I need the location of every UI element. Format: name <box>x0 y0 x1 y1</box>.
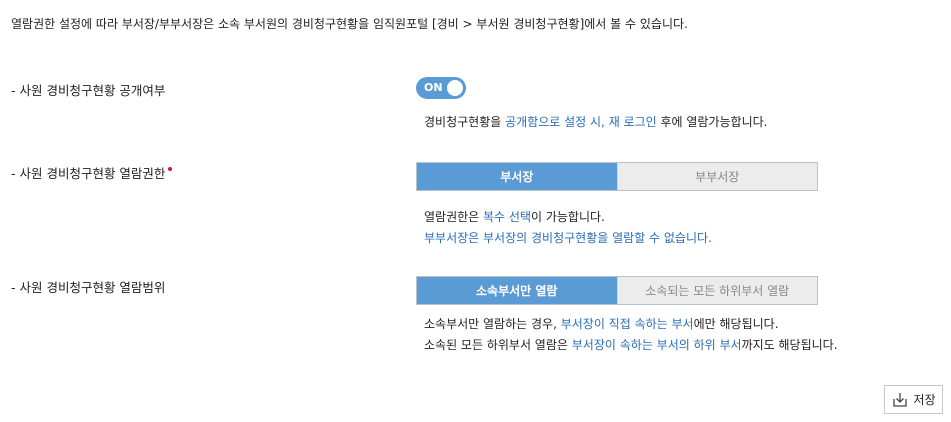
download-icon <box>891 391 909 409</box>
view-scope-description: 소속부서만 열람하는 경우, 부서장이 직접 속하는 부서에만 해당됩니다. 소… <box>424 314 838 356</box>
public-setting-description: 경비청구현황을 공개함으로 설정 시, 재 로그인 후에 열람가능합니다. <box>424 112 767 133</box>
view-permission-label-text: - 사원 경비청구현황 열람권한 <box>11 166 166 181</box>
permission-option-deputy-head[interactable]: 부부서장 <box>616 163 817 190</box>
save-button[interactable]: 저장 <box>884 385 943 414</box>
save-button-label: 저장 <box>913 393 936 407</box>
desc-text: 소속부서만 열람하는 경우, <box>424 317 561 331</box>
scope-option-own-dept[interactable]: 소속부서만 열람 <box>417 277 617 304</box>
required-indicator <box>168 167 173 171</box>
desc-line-1: 열람권한은 복수 선택이 가능합니다. <box>424 207 712 228</box>
scope-option-all-subdepts[interactable]: 소속되는 모든 하위부서 열람 <box>616 277 817 304</box>
view-scope-label: - 사원 경비청구현황 열람범위 <box>11 280 166 295</box>
view-permission-label: - 사원 경비청구현황 열람권한 <box>11 163 173 182</box>
desc-text: 까지도 해당됩니다. <box>741 338 838 352</box>
view-permission-segmented: 부서장 부부서장 <box>416 162 818 191</box>
desc-text: 에만 해당됩니다. <box>693 317 779 331</box>
desc-text: 경비청구현황을 <box>424 115 506 129</box>
view-scope-segmented: 소속부서만 열람 소속되는 모든 하위부서 열람 <box>416 276 818 305</box>
desc-highlight: 부서장이 속하는 부서의 하위 부서 <box>571 338 742 352</box>
desc-highlight: 복수 선택 <box>483 210 531 224</box>
desc-line-2: 부부서장은 부서장의 경비청구현황을 열람할 수 없습니다. <box>424 231 712 245</box>
desc-text: 이 가능합니다. <box>531 210 605 224</box>
desc-text: 열람권한은 <box>424 210 484 224</box>
toggle-knob <box>447 80 463 96</box>
desc-text: 소속된 모든 하위부서 열람은 <box>424 338 572 352</box>
intro-text: 열람권한 설정에 따라 부서장/부부서장은 소속 부서원의 경비청구현황을 임직… <box>11 17 688 31</box>
desc-highlight: 공개함으로 설정 시, 재 로그인 <box>505 115 657 129</box>
view-permission-description: 열람권한은 복수 선택이 가능합니다. 부부서장은 부서장의 경비청구현황을 열… <box>424 207 712 249</box>
desc-line-2: 소속된 모든 하위부서 열람은 부서장이 속하는 부서의 하위 부서까지도 해당… <box>424 335 838 356</box>
public-toggle[interactable]: ON <box>416 77 466 99</box>
public-setting-label: - 사원 경비청구현황 공개여부 <box>11 83 166 98</box>
toggle-state-text: ON <box>424 81 443 94</box>
desc-line-1: 소속부서만 열람하는 경우, 부서장이 직접 속하는 부서에만 해당됩니다. <box>424 314 838 335</box>
desc-highlight: 부서장이 직접 속하는 부서 <box>560 317 694 331</box>
permission-option-dept-head[interactable]: 부서장 <box>417 163 617 190</box>
desc-text: 후에 열람가능합니다. <box>656 115 768 129</box>
